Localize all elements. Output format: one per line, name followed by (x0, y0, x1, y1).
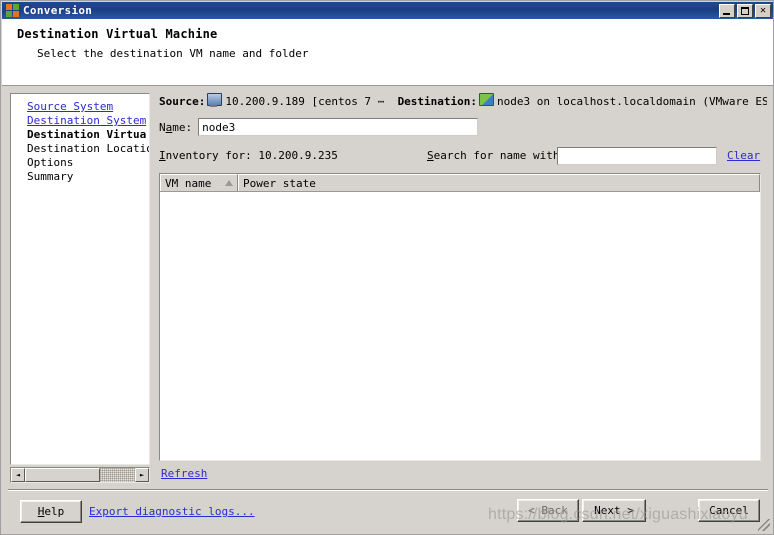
cancel-button[interactable]: Cancel (698, 499, 760, 522)
source-label: Source: (159, 95, 206, 108)
back-button[interactable]: < Back (517, 499, 579, 522)
maximize-button[interactable] (737, 3, 753, 18)
vm-inventory-list[interactable]: VM name Power state (159, 173, 761, 461)
sidebar-item-options[interactable]: Options (11, 156, 149, 170)
sidebar-horizontal-scrollbar[interactable]: ◄ ► (10, 467, 150, 483)
destination-label: Destination: (397, 95, 478, 108)
column-label: VM name (165, 176, 212, 190)
computer-icon (207, 93, 223, 107)
sidebar-item-label: Summary (27, 170, 74, 183)
scroll-right-icon[interactable]: ► (135, 468, 149, 482)
page-header: Destination Virtual Machine Select the d… (2, 19, 773, 86)
page-title: Destination Virtual Machine (17, 27, 218, 41)
resize-grip[interactable] (758, 519, 770, 531)
source-value: 10.200.9.189 [centos 7 ⋯ (225, 95, 385, 108)
minimize-icon (723, 12, 730, 15)
sidebar-item-destination-virtual-machine[interactable]: Destination Virtua (11, 128, 149, 142)
footer-separator (8, 489, 768, 491)
list-header-row: VM name Power state (160, 174, 760, 192)
scroll-left-icon[interactable]: ◄ (11, 468, 25, 482)
refresh-link[interactable]: Refresh (161, 467, 207, 480)
conversion-window: Conversion ✕ Destination Virtual Machine… (0, 0, 774, 535)
export-diagnostic-logs-link[interactable]: Export diagnostic logs... (89, 505, 255, 518)
sidebar-item-label: Destination Location (27, 142, 150, 155)
vm-name-input[interactable] (198, 118, 479, 136)
sort-ascending-icon (225, 180, 233, 186)
search-input[interactable] (557, 147, 717, 165)
column-label: Power state (243, 176, 316, 190)
close-button[interactable]: ✕ (755, 3, 771, 18)
column-header-vm-name[interactable]: VM name (160, 174, 238, 191)
next-button[interactable]: Next > (582, 499, 646, 522)
clear-link[interactable]: Clear (727, 149, 760, 162)
sidebar-item-destination-system[interactable]: Destination System (11, 114, 149, 128)
sidebar-item-source-system[interactable]: Source System (11, 100, 149, 114)
vm-name-label: Name: (159, 120, 193, 134)
inventory-row: Inventory for: 10.200.9.235 Search for n… (159, 147, 767, 167)
app-icon (6, 4, 19, 17)
vm-name-row: Name: (159, 118, 479, 136)
sidebar-item-label: Options (27, 156, 74, 169)
close-icon: ✕ (759, 4, 767, 16)
scrollbar-thumb[interactable] (25, 468, 100, 482)
title-bar: Conversion ✕ (2, 2, 773, 19)
sidebar-item-destination-location[interactable]: Destination Location (11, 142, 149, 156)
column-header-power-state[interactable]: Power state (238, 174, 760, 191)
list-body[interactable] (160, 192, 760, 460)
sidebar-item-label: Source System (27, 100, 114, 113)
sidebar-item-summary[interactable]: Summary (11, 170, 149, 184)
sidebar-item-label: Destination Virtua (27, 128, 147, 141)
server-icon (479, 93, 495, 106)
destination-value: node3 on localhost.localdomain (VMware E… (497, 95, 767, 108)
minimize-button[interactable] (719, 3, 735, 18)
wizard-steps-sidebar: Source System Destination System Destina… (10, 93, 150, 465)
help-button[interactable]: Help (20, 500, 82, 523)
page-subtitle: Select the destination VM name and folde… (37, 47, 309, 60)
maximize-icon (741, 6, 749, 15)
source-destination-summary: Source: 10.200.9.189 [centos 7 ⋯ Destinat… (159, 93, 767, 109)
main-content: Source: 10.200.9.189 [centos 7 ⋯ Destinat… (159, 93, 767, 483)
scrollbar-track[interactable] (25, 468, 135, 482)
search-label: Search for name with: (427, 149, 567, 162)
window-title: Conversion (23, 4, 93, 17)
inventory-label: Inventory for: 10.200.9.235 (159, 149, 338, 162)
sidebar-item-label: Destination System (27, 114, 147, 127)
